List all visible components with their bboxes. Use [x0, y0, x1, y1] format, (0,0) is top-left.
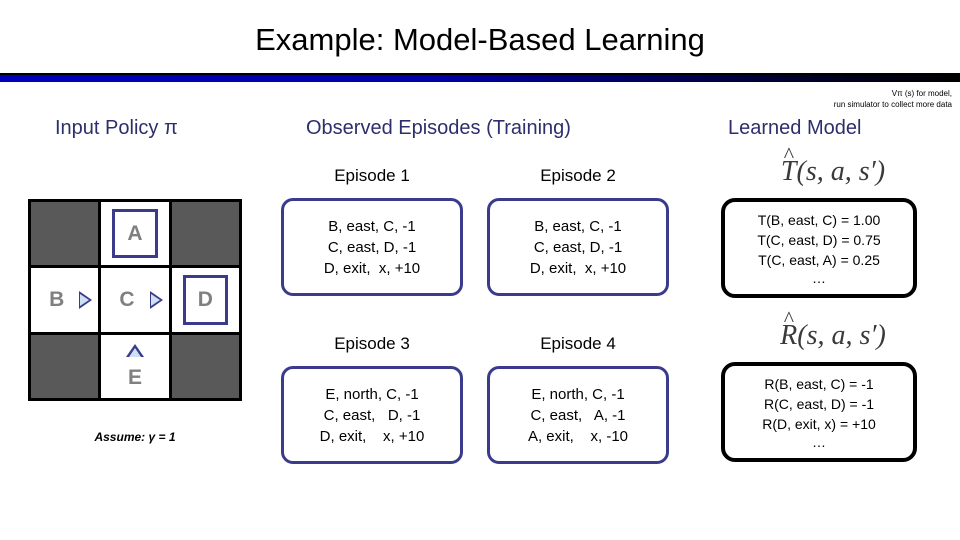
reward-symbol-args: (s, a, s′): [797, 320, 886, 351]
reward-entry: R(B, east, C) = -1: [764, 376, 874, 392]
arrow-north-icon: [125, 343, 144, 357]
episode-line: E, north, C, -1: [531, 385, 625, 403]
episode-line: E, north, C, -1: [325, 385, 419, 403]
simulator-note-line-1: Vπ (s) for model,: [891, 89, 952, 98]
reward-entry: R(D, exit, x) = +10: [762, 416, 876, 432]
episode-line: C, east, D, -1: [323, 406, 421, 424]
grid-cell-b: B: [31, 268, 99, 332]
grid-cell-label-c: C: [119, 288, 135, 312]
transition-symbol-letter: T: [781, 156, 797, 188]
transition-function-symbol: T(s, a, s′): [728, 156, 938, 188]
grid-cell-r0c0: [31, 202, 99, 266]
grid-cell-r2c2: [171, 334, 239, 398]
episode-line: B, east, C, -1: [534, 217, 622, 235]
episode-title-1: Episode 1: [334, 166, 410, 185]
simulator-note: Vπ (s) for model, run simulator to colle…: [742, 88, 952, 110]
transition-entry: T(C, east, A) = 0.25: [758, 252, 880, 268]
episode-box-3: E, north, C, -1 C, east, D, -1 D, exit, …: [281, 366, 463, 464]
episode-box-1: B, east, C, -1 C, east, D, -1 D, exit, x…: [281, 198, 463, 296]
reward-symbol-letter: R: [780, 320, 797, 352]
episode-title-2: Episode 2: [540, 166, 616, 185]
episode-line: C, east, D, -1: [533, 238, 623, 256]
section-heading-observed-episodes: Observed Episodes (Training): [306, 117, 571, 139]
reward-table-box: R(B, east, C) = -1 R(C, east, D) = -1 R(…: [721, 362, 917, 462]
transition-entry: T(B, east, C) = 1.00: [757, 212, 881, 228]
episode-box-2: B, east, C, -1 C, east, D, -1 D, exit, x…: [487, 198, 669, 296]
episode-line: D, exit, x, +10: [529, 259, 627, 277]
slide-canvas: Example: Model-Based Learning Vπ (s) for…: [0, 0, 960, 540]
episode-line: D, exit, x, +10: [323, 259, 421, 277]
gridworld: A B C D E: [28, 199, 242, 401]
reward-function-symbol: R(s, a, s′): [728, 320, 938, 352]
terminal-box-a: [112, 209, 158, 259]
arrow-east-icon: [149, 290, 163, 309]
grid-cell-r2c0: [31, 334, 99, 398]
page-title: Example: Model-Based Learning: [255, 22, 705, 57]
reward-entry: R(C, east, D) = -1: [763, 396, 875, 412]
transition-table-box: T(B, east, C) = 1.00 T(C, east, D) = 0.7…: [721, 198, 917, 298]
grid-cell-a: A: [101, 202, 169, 266]
grid-cell-c: C: [101, 268, 169, 332]
episode-line: C, east, A, -1: [530, 406, 626, 424]
reward-ellipsis: …: [812, 434, 826, 450]
arrow-east-icon: [79, 290, 93, 309]
simulator-note-line-2: run simulator to collect more data: [833, 100, 952, 109]
episode-line: C, east, D, -1: [327, 238, 417, 256]
episode-title-4: Episode 4: [540, 334, 616, 353]
title-divider: [0, 73, 960, 82]
grid-cell-e: E: [101, 334, 169, 398]
episode-line: A, exit, x, -10: [527, 427, 629, 445]
transition-entry: T(C, east, D) = 0.75: [757, 232, 881, 248]
grid-cell-label-e: E: [127, 365, 142, 389]
grid-cell-label-b: B: [49, 288, 65, 312]
episode-box-4: E, north, C, -1 C, east, A, -1 A, exit, …: [487, 366, 669, 464]
grid-cell-r0c2: [171, 202, 239, 266]
transition-ellipsis: …: [812, 270, 826, 286]
episode-line: D, exit, x, +10: [319, 427, 425, 445]
episode-line: B, east, C, -1: [328, 217, 416, 235]
assume-gamma-note: Assume: γ = 1: [94, 430, 176, 444]
section-heading-learned-model: Learned Model: [728, 117, 862, 139]
episode-title-3: Episode 3: [334, 334, 410, 353]
transition-symbol-args: (s, a, s′): [796, 156, 886, 187]
grid-cell-d: D: [171, 268, 239, 332]
terminal-box-d: [182, 275, 228, 325]
section-heading-input-policy: Input Policy π: [55, 117, 178, 139]
